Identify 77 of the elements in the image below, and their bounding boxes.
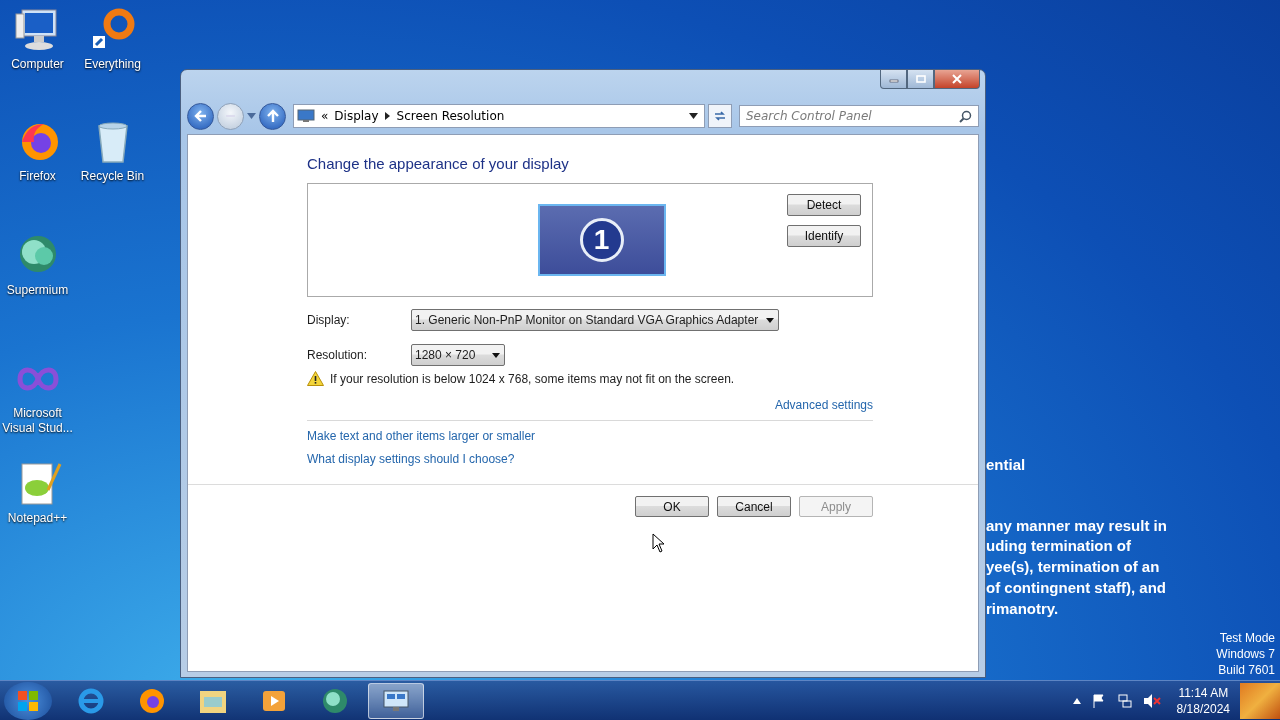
- clock-time: 11:14 AM: [1178, 684, 1229, 701]
- close-icon: [951, 74, 963, 84]
- desktop-shortcut[interactable]: Firefox: [0, 118, 75, 184]
- dialog-button[interactable]: OK: [635, 496, 709, 517]
- breadcrumb[interactable]: Screen Resolution: [396, 109, 505, 123]
- back-button[interactable]: [187, 102, 214, 130]
- breadcrumb[interactable]: Display: [334, 109, 379, 123]
- shortcut-label: Supermium: [6, 283, 69, 298]
- dropdown[interactable]: 1. Generic Non-PnP Monitor on Standard VGA Graphics Adapter: [411, 309, 780, 331]
- shortcut-label: Firefox: [19, 169, 56, 184]
- taskbar-app[interactable]: [368, 682, 424, 719]
- shortcut-label: Recycle Bin: [80, 169, 145, 184]
- desktop-shortcut[interactable]: Supermium: [0, 232, 75, 298]
- desktop-shortcut[interactable]: Everything: [75, 6, 150, 72]
- refresh-arrows-icon: [713, 109, 727, 123]
- overflow-chevron[interactable]: «: [321, 109, 329, 123]
- windows-logo-icon: [17, 689, 39, 712]
- watermark-text: Build 7601: [1217, 662, 1275, 678]
- globe-icon: [320, 686, 350, 715]
- shortcut-label: Computer: [11, 57, 64, 72]
- page-heading: Change the appearance of your display: [307, 155, 570, 172]
- monitor-thumbnail[interactable]: 1: [537, 204, 666, 276]
- network-icon[interactable]: [1116, 692, 1133, 709]
- wallpaper-text: uding termination of: [986, 536, 1132, 557]
- muted-speaker-icon[interactable]: [1142, 692, 1161, 709]
- field-label: Display:: [307, 313, 351, 327]
- warning-text: If your resolution is below 1024 x 768, some items may not fit on the screen.: [330, 371, 735, 386]
- caret-up-icon[interactable]: [1072, 697, 1081, 704]
- action-button[interactable]: Detect: [787, 194, 861, 216]
- watermark-text: Test Mode: [1218, 630, 1275, 646]
- left-arrow-icon: [193, 109, 208, 123]
- shortcut-label: Notepad++: [7, 511, 68, 526]
- dialog-button[interactable]: Cancel: [717, 496, 791, 517]
- desktop-shortcut[interactable]: Microsoft Visual Stud...: [0, 355, 75, 436]
- dropdown[interactable]: 1280 × 720: [411, 344, 505, 366]
- minimize-button[interactable]: [880, 70, 907, 89]
- field-label: Resolution:: [307, 348, 369, 362]
- dropdown-caret-icon: [766, 317, 775, 323]
- up-button[interactable]: [259, 102, 286, 130]
- close-button[interactable]: [934, 70, 980, 89]
- desktop-shortcut[interactable]: Recycle Bin: [75, 118, 150, 184]
- address-bar[interactable]: « Display Screen Resolution: [293, 104, 705, 128]
- watermark-text: Windows 7: [1216, 646, 1275, 662]
- chevron-right-icon[interactable]: [384, 112, 391, 120]
- help-link[interactable]: What display settings should I choose?: [307, 452, 515, 466]
- shortcut-label: Microsoft Visual Stud...: [1, 406, 74, 436]
- show-desktop-thumbnail[interactable]: [1240, 682, 1280, 719]
- flag-icon[interactable]: [1090, 692, 1107, 709]
- up-arrow-icon: [265, 109, 280, 123]
- search-field[interactable]: Search Control Panel: [739, 105, 979, 127]
- caret-icon[interactable]: [247, 113, 256, 119]
- warning-icon: [307, 371, 324, 386]
- action-button[interactable]: Identify: [787, 225, 861, 247]
- wallpaper-text: ential: [986, 455, 1027, 475]
- letter-e-icon: [76, 686, 106, 715]
- maximize-button[interactable]: [907, 70, 934, 89]
- advanced-settings-link[interactable]: Advanced settings: [774, 398, 873, 412]
- wallpaper-text: yee(s), termination of an: [986, 557, 1161, 578]
- desktop-shortcut[interactable]: Notepad++: [0, 460, 75, 526]
- dropdown-caret-icon: [492, 352, 500, 358]
- monitor-icon: [297, 109, 315, 123]
- monitor-number: 1: [579, 218, 624, 262]
- help-link[interactable]: Make text and other items larger or smaller: [307, 429, 536, 443]
- search-icon: [959, 110, 972, 123]
- refresh-button[interactable]: [708, 104, 732, 128]
- maximize-icon: [915, 75, 926, 83]
- wallpaper-text: of contingnent staff), and: [986, 577, 1167, 598]
- wallpaper-text: rimanotry.: [986, 598, 1060, 619]
- fox-icon: [137, 686, 167, 715]
- shortcut-label: Everything: [84, 57, 141, 72]
- desktop-shortcut[interactable]: Computer: [0, 6, 75, 72]
- wallpaper-text: any manner may result in: [986, 515, 1167, 536]
- start-button[interactable]: [4, 681, 52, 720]
- clock[interactable]: 11:14 AM 8/18/2024: [1176, 684, 1230, 717]
- clock-date: 8/18/2024: [1176, 700, 1230, 717]
- mouse-pointer-icon: [652, 533, 666, 553]
- dropdown-caret-icon[interactable]: [689, 113, 698, 119]
